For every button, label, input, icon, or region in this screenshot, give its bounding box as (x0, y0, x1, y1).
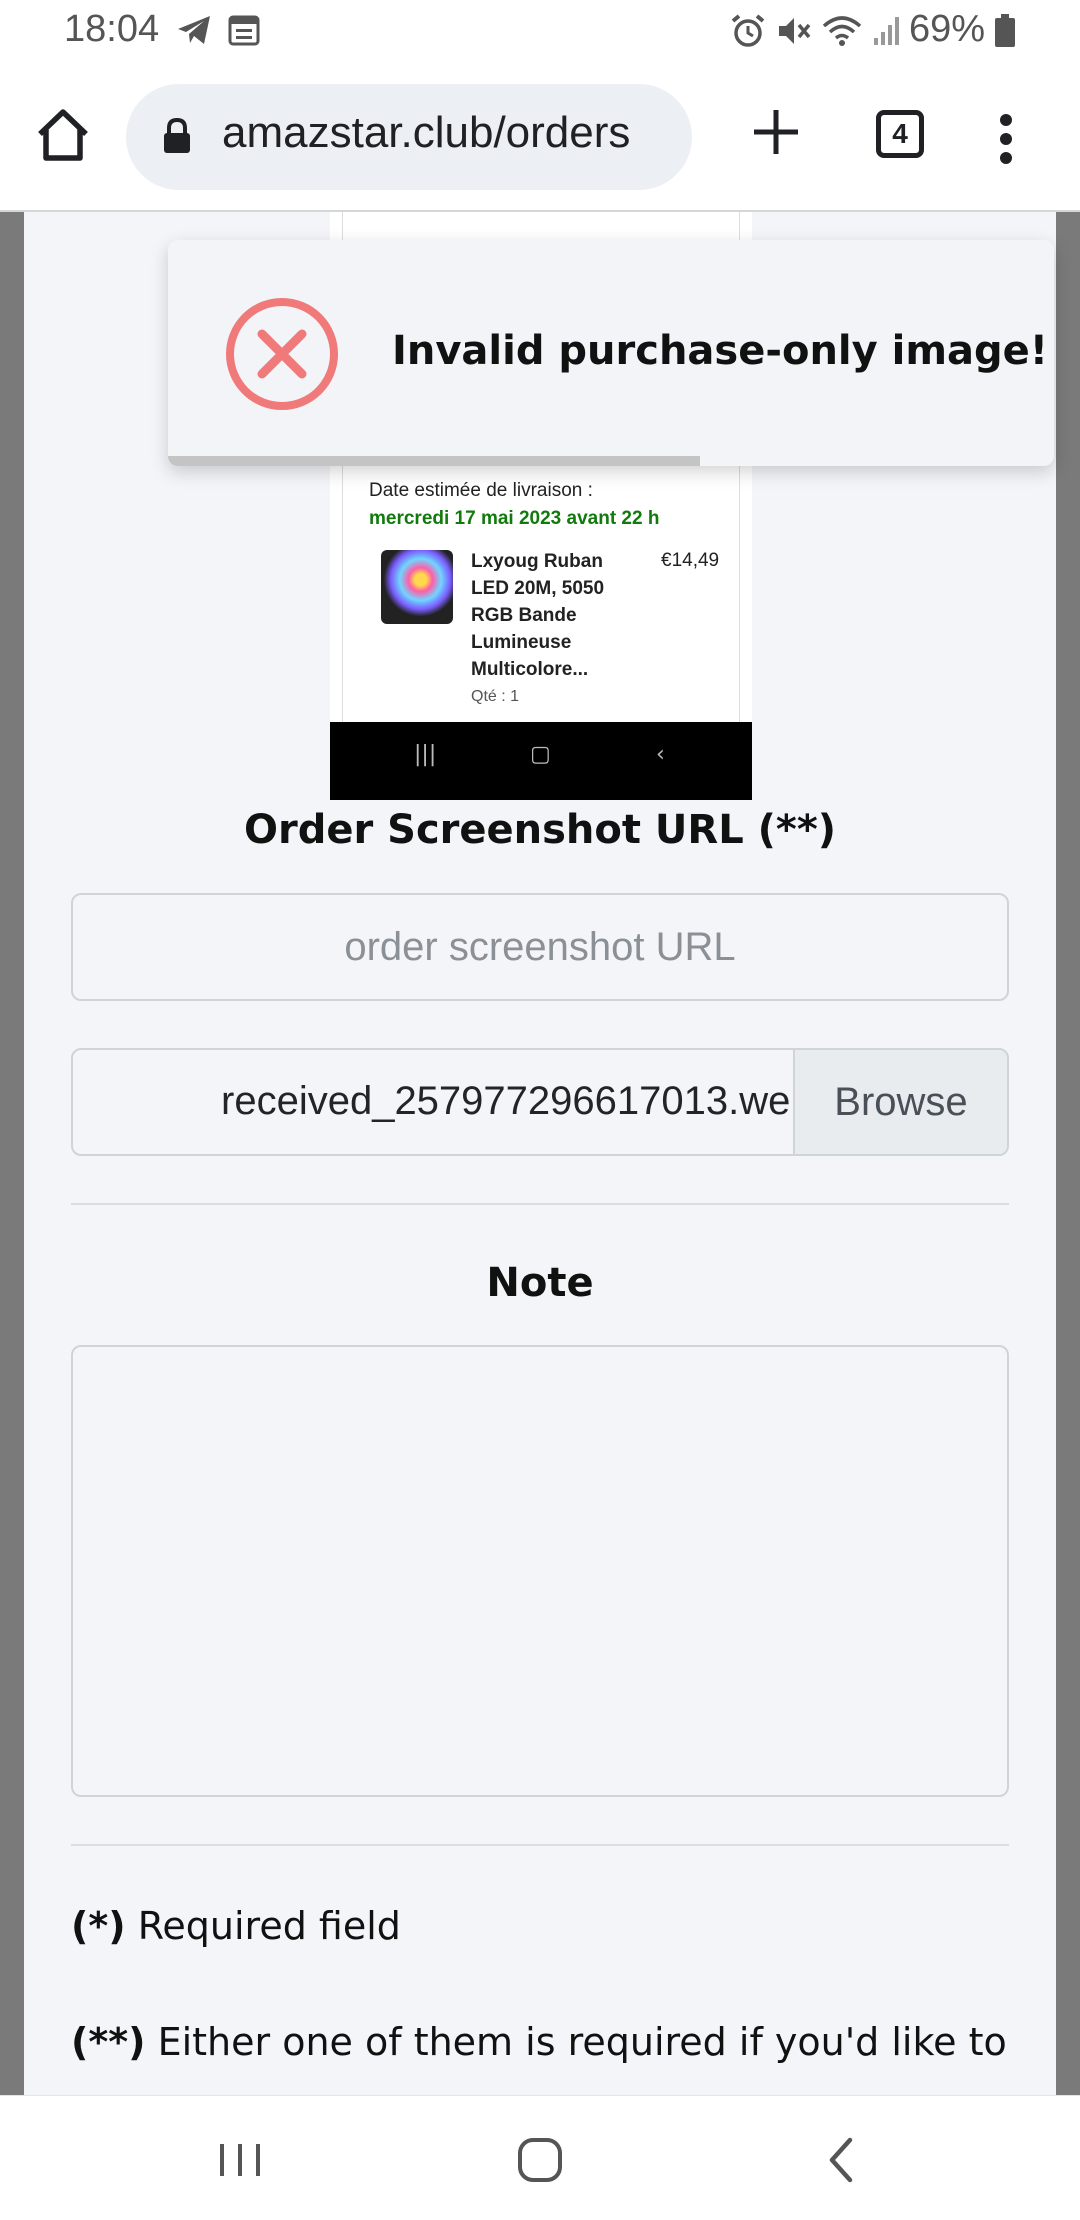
toast-progress-bar (168, 456, 700, 466)
preview-recent-icon: ||| (414, 742, 437, 767)
required-footnote: (*) Required field (71, 1904, 401, 1948)
either-text: Either one of them is required if you'd … (145, 2020, 1007, 2064)
screenshot-url-input[interactable] (71, 893, 1009, 1001)
preview-price: €14,49 (661, 550, 720, 571)
android-nav-bar (0, 2095, 1080, 2220)
tabs-icon[interactable]: 4 (876, 110, 924, 158)
browser-toolbar: amazstar.club/orders 4 (0, 64, 1080, 212)
toast-progress-track (168, 456, 1054, 466)
required-marker: (*) (71, 1904, 126, 1948)
either-marker: (**) (71, 2020, 146, 2064)
error-x-icon (226, 298, 338, 410)
preview-delivery-label: Date estimée de livraison : (369, 480, 593, 501)
file-name: received_257977296617013.webp (221, 1079, 795, 1123)
note-label: Note (486, 1260, 594, 1306)
divider (71, 1203, 1009, 1205)
note-textarea[interactable] (71, 1345, 1009, 1797)
back-icon[interactable] (812, 2130, 872, 2190)
required-text: Required field (125, 1904, 401, 1948)
more-vert-icon[interactable] (996, 114, 1016, 164)
battery-icon (995, 14, 1015, 47)
plus-icon[interactable] (750, 106, 802, 158)
either-footnote: (**) Either one of them is required if y… (71, 2020, 1007, 2064)
page-viewport: Date estimée de livraison : mercredi 17 … (0, 212, 1080, 2095)
toast-message: Invalid purchase-only image! (392, 328, 1049, 374)
telegram-icon (178, 16, 210, 44)
preview-back-icon: ‹ (656, 742, 665, 767)
preview-delivery-date: mercredi 17 mai 2023 avant 22 h (369, 508, 660, 529)
order-form-page: Date estimée de livraison : mercredi 17 … (24, 212, 1056, 2095)
divider (71, 1844, 1009, 1846)
recent-apps-icon[interactable] (210, 2130, 270, 2190)
home-icon[interactable] (34, 106, 92, 164)
preview-home-icon: ▢ (530, 742, 551, 767)
screenshot-url-label: Order Screenshot URL (**) (243, 807, 837, 853)
signal-icon (874, 17, 899, 45)
alarm-icon (731, 14, 765, 47)
battery-level: 69% (908, 8, 985, 50)
file-input[interactable]: received_257977296617013.webp Browse (71, 1048, 1009, 1156)
preview-product-image (381, 550, 453, 624)
error-toast[interactable]: Invalid purchase-only image! (168, 240, 1054, 466)
wifi-icon (822, 16, 862, 46)
browse-button[interactable]: Browse (793, 1050, 1007, 1154)
preview-product-name: Lxyoug Ruban LED 20M, 5050 RGB Bande Lum… (471, 551, 605, 680)
preview-quantity: Qté : 1 (471, 688, 520, 705)
preview-navbar: ||| ▢ ‹ (330, 722, 752, 800)
status-time: 18:04 (64, 8, 160, 50)
address-bar[interactable]: amazstar.club/orders (126, 84, 692, 190)
home-circle-icon[interactable] (510, 2130, 570, 2190)
status-bar: 18:04 69% (0, 0, 1080, 64)
lock-icon (164, 118, 190, 153)
url-text: amazstar.club/orders (222, 108, 631, 157)
mute-icon (779, 18, 811, 44)
calendar-icon (228, 15, 260, 46)
